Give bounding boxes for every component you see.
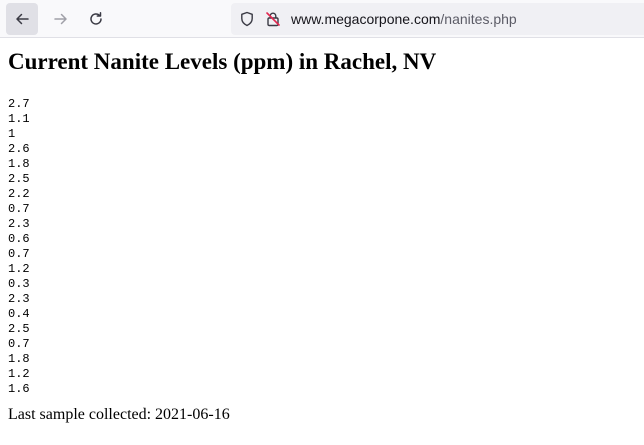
- reading-value: 0.3: [8, 277, 30, 291]
- last-sample-text: Last sample collected: 2021-06-16: [8, 406, 230, 423]
- reading-value: 2.6: [8, 142, 30, 156]
- insecure-lock-icon[interactable]: [263, 9, 283, 29]
- reading-value: 1.2: [8, 262, 30, 276]
- reading-value: 2.3: [8, 292, 30, 306]
- reading-value: 2.5: [8, 172, 30, 186]
- nanite-readings-list: 2.7 1.1 1 2.6 1.8 2.5 2.2 0.7 2.3 0.6 0.…: [8, 97, 636, 397]
- reading-value: 0.7: [8, 247, 30, 261]
- reading-value: 0.6: [8, 232, 30, 246]
- reading-value: 1.2: [8, 367, 30, 381]
- reading-value: 2.5: [8, 322, 30, 336]
- reading-value: 0.4: [8, 307, 30, 321]
- reading-value: 1.8: [8, 157, 30, 171]
- browser-toolbar: www.megacorpone.com/nanites.php: [0, 0, 644, 38]
- reading-value: 0.7: [8, 202, 30, 216]
- url-host: www.megacorpone.com: [291, 11, 441, 27]
- reading-value: 2.3: [8, 217, 30, 231]
- url-text[interactable]: www.megacorpone.com/nanites.php: [291, 11, 517, 27]
- reload-icon: [90, 12, 102, 25]
- back-button[interactable]: [6, 3, 38, 35]
- reading-value: 0.7: [8, 337, 30, 351]
- reading-value: 1: [8, 127, 16, 141]
- back-arrow-icon: [16, 13, 29, 25]
- page-title: Current Nanite Levels (ppm) in Rachel, N…: [8, 49, 437, 74]
- shield-icon[interactable]: [237, 9, 257, 29]
- reading-value: 1.1: [8, 112, 30, 126]
- forward-arrow-icon: [54, 13, 67, 25]
- reading-value: 1.8: [8, 352, 30, 366]
- forward-button[interactable]: [45, 3, 77, 35]
- address-bar[interactable]: www.megacorpone.com/nanites.php: [231, 3, 644, 35]
- reading-value: 2.2: [8, 187, 30, 201]
- reload-button[interactable]: [80, 3, 112, 35]
- url-path: /nanites.php: [440, 11, 517, 27]
- page-content: Current Nanite Levels (ppm) in Rachel, N…: [0, 48, 644, 424]
- reading-value: 1.6: [8, 382, 30, 396]
- reading-value: 2.7: [8, 97, 30, 111]
